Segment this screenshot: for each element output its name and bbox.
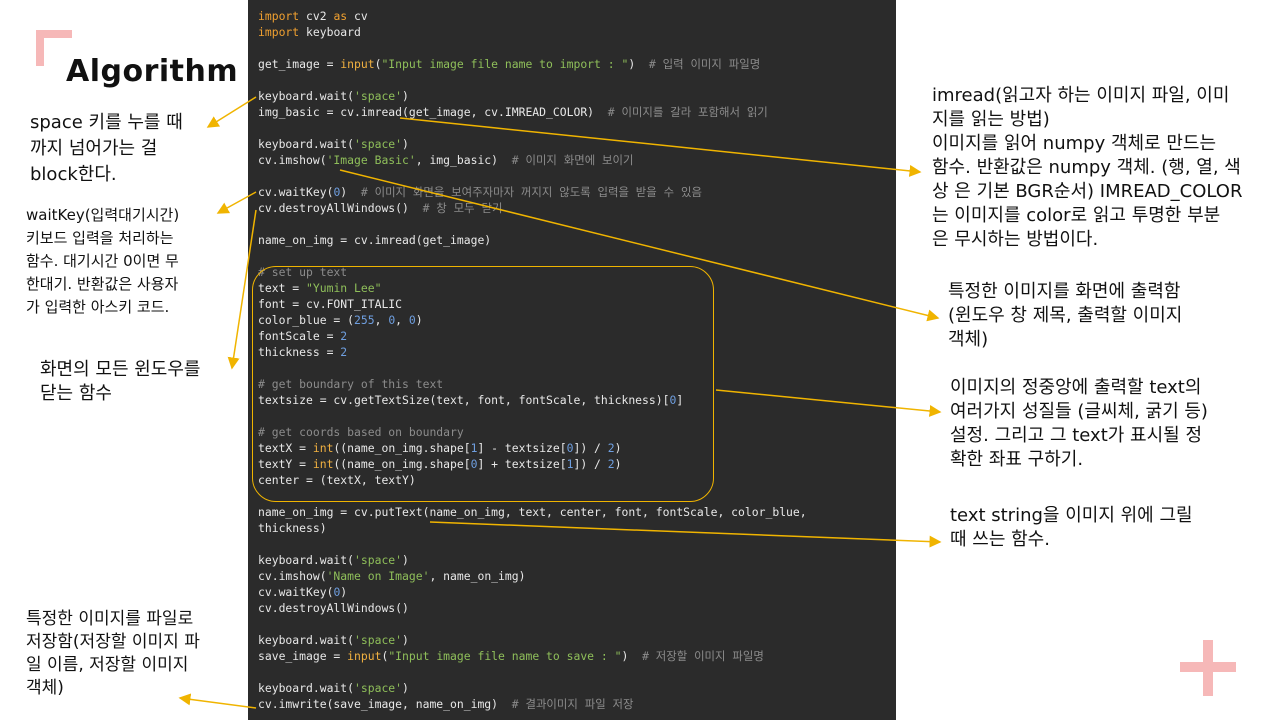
code-line: cv.waitKey(0) xyxy=(258,585,348,599)
code-line: cv.imshow('Name on Image', name_on_img) xyxy=(258,569,526,583)
note-puttext: text string을 이미지 위에 그릴 때 쓰는 함수. xyxy=(950,505,1193,550)
code-line: keyboard.wait('space') xyxy=(258,137,409,151)
plus-decoration xyxy=(1180,640,1236,696)
code-line: get_image = input("Input image file name… xyxy=(258,57,761,71)
code-line: cv.waitKey(0) # 이미지 화면을 보여주자마자 꺼지지 않도록 입… xyxy=(258,185,702,199)
code-line: keyboard.wait('space') xyxy=(258,633,409,647)
code-line: import keyboard xyxy=(258,25,361,39)
code-line: keyboard.wait('space') xyxy=(258,89,409,103)
text-setup-highlight-box xyxy=(252,266,714,502)
note-imread: imread(읽고자 하는 이미지 파일, 이미 지를 읽는 방법) 이미지를 … xyxy=(932,85,1243,250)
code-line: keyboard.wait('space') xyxy=(258,681,409,695)
note-keyboard-wait: space 키를 누를 때 까지 넘어가는 걸 block한다. xyxy=(30,112,183,185)
code-line: img_basic = cv.imread(get_image, cv.IMRE… xyxy=(258,105,768,119)
note-text-setup: 이미지의 정중앙에 출력할 text의 여러가지 성질들 (글씨체, 굵기 등)… xyxy=(950,377,1208,470)
note-destroy-windows: 화면의 모든 윈도우를 닫는 함수 xyxy=(40,359,201,404)
code-line: cv.destroyAllWindows() xyxy=(258,601,409,615)
code-line: thickness) xyxy=(258,521,327,535)
slide-title: Algorithm xyxy=(66,54,239,89)
code-line: keyboard.wait('space') xyxy=(258,553,409,567)
code-line: name_on_img = cv.putText(name_on_img, te… xyxy=(258,505,807,519)
code-line: import cv2 as cv xyxy=(258,9,368,23)
code-line: name_on_img = cv.imread(get_image) xyxy=(258,233,492,247)
code-line: cv.destroyAllWindows() # 창 모두 닫기 xyxy=(258,201,503,215)
code-line: cv.imshow('Image Basic', img_basic) # 이미… xyxy=(258,153,634,167)
note-waitkey: waitKey(입력대기시간) 키보드 입력을 처리하는 함수. 대기시간 0이… xyxy=(26,206,180,316)
code-line: save_image = input("Input image file nam… xyxy=(258,649,764,663)
note-imshow: 특정한 이미지를 화면에 출력함 (윈도우 창 제목, 출력할 이미지 객체) xyxy=(948,281,1183,350)
note-imwrite: 특정한 이미지를 파일로 저장함(저장할 이미지 파 일 이름, 저장할 이미지… xyxy=(26,609,200,698)
code-line: cv.imwrite(save_image, name_on_img) # 결과… xyxy=(258,697,634,711)
